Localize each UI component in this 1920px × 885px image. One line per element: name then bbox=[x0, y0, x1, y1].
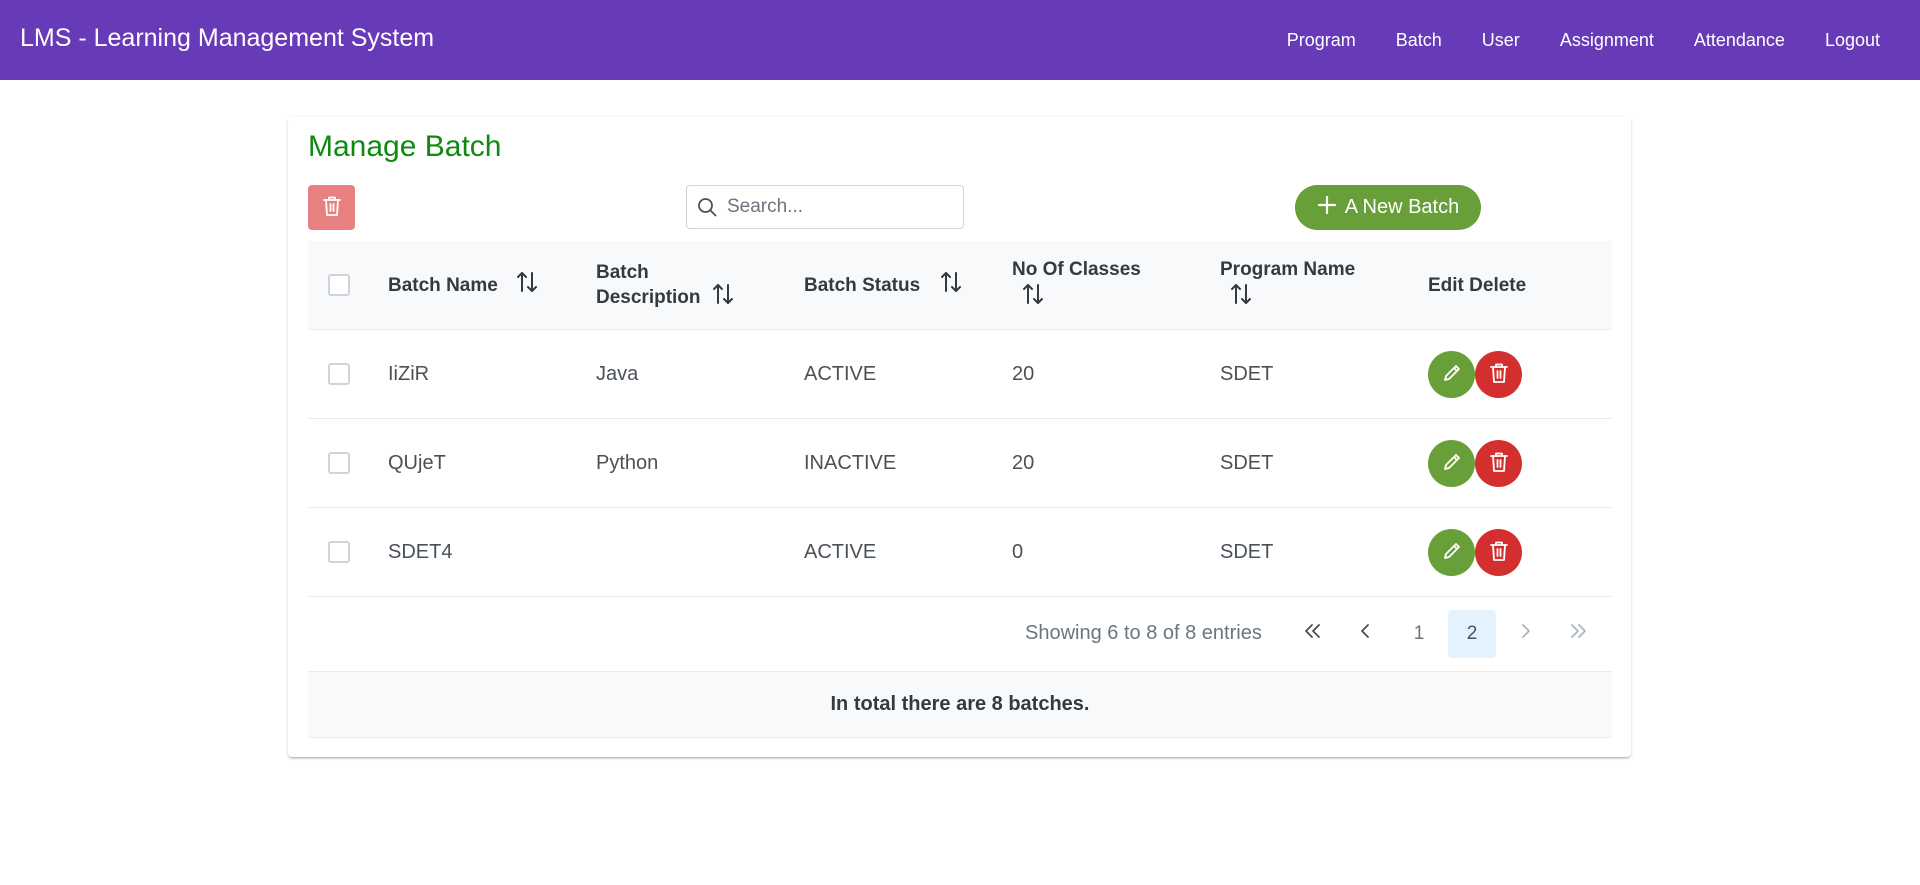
delete-button[interactable] bbox=[1475, 350, 1522, 398]
double-chevron-left-icon bbox=[1304, 623, 1322, 645]
col-program-name[interactable]: Program Name bbox=[1220, 241, 1355, 329]
page-1-button[interactable]: 1 bbox=[1395, 610, 1443, 658]
app-title: LMS - Learning Management System bbox=[20, 24, 435, 52]
sort-icon bbox=[1230, 282, 1252, 313]
nav-program[interactable]: Program bbox=[1287, 30, 1356, 51]
batch-description-cell: Java bbox=[596, 362, 639, 385]
table-footer: In total there are 8 batches. bbox=[308, 672, 1612, 738]
new-batch-button[interactable]: A New Batch bbox=[1295, 185, 1481, 230]
table-row: IiZiR Java ACTIVE 20 SDET bbox=[308, 330, 1612, 419]
nav-batch[interactable]: Batch bbox=[1396, 30, 1442, 51]
trash-icon bbox=[322, 195, 342, 220]
plus-icon bbox=[1317, 195, 1337, 221]
row-checkbox[interactable] bbox=[328, 452, 350, 474]
chevron-left-icon bbox=[1360, 623, 1372, 645]
no-of-classes-cell: 0 bbox=[1012, 540, 1024, 563]
table-row: SDET4 ACTIVE 0 SDET bbox=[308, 508, 1612, 597]
batch-table: Batch Name Batch Description Batch Statu… bbox=[308, 241, 1612, 738]
nav-logout[interactable]: Logout bbox=[1825, 30, 1880, 51]
edit-button[interactable] bbox=[1428, 439, 1475, 487]
sort-icon bbox=[940, 270, 962, 301]
program-name-cell: SDET bbox=[1220, 451, 1274, 474]
sort-icon bbox=[1022, 282, 1044, 313]
no-of-classes-cell: 20 bbox=[1012, 451, 1035, 474]
batch-name-cell: SDET4 bbox=[388, 540, 453, 563]
edit-button[interactable] bbox=[1428, 350, 1475, 398]
sort-icon bbox=[516, 270, 538, 301]
batch-name-cell: QUjeT bbox=[388, 451, 446, 474]
next-page-button[interactable] bbox=[1501, 610, 1549, 658]
page-report: Showing 6 to 8 of 8 entries bbox=[1025, 622, 1262, 644]
trash-icon bbox=[1489, 540, 1509, 565]
bulk-delete-button[interactable] bbox=[308, 185, 355, 230]
search-field bbox=[686, 185, 964, 229]
top-navbar: LMS - Learning Management System Program… bbox=[0, 0, 1920, 80]
pencil-icon bbox=[1441, 362, 1463, 387]
col-batch-description[interactable]: Batch Description bbox=[596, 241, 766, 329]
row-checkbox[interactable] bbox=[328, 541, 350, 563]
col-edit-delete: Edit Delete bbox=[1428, 274, 1527, 296]
batch-status-cell: INACTIVE bbox=[804, 451, 897, 474]
pencil-icon bbox=[1441, 451, 1463, 476]
trash-icon bbox=[1489, 362, 1509, 387]
trash-icon bbox=[1489, 451, 1509, 476]
nav-assignment[interactable]: Assignment bbox=[1560, 30, 1654, 51]
page-title: Manage Batch bbox=[308, 130, 502, 163]
manage-batch-card: Manage Batch A New Batch bbox=[288, 117, 1631, 757]
new-batch-label: A New Batch bbox=[1344, 196, 1460, 218]
page-2-button[interactable]: 2 bbox=[1448, 610, 1496, 658]
delete-button[interactable] bbox=[1475, 528, 1522, 576]
prev-page-button[interactable] bbox=[1342, 610, 1390, 658]
main-nav: Program Batch User Assignment Attendance… bbox=[1287, 0, 1920, 80]
col-no-of-classes[interactable]: No Of Classes bbox=[1012, 241, 1141, 329]
col-batch-status[interactable]: Batch Status bbox=[804, 241, 962, 329]
pencil-icon bbox=[1441, 540, 1463, 565]
batch-status-cell: ACTIVE bbox=[804, 362, 877, 385]
search-input[interactable] bbox=[725, 195, 949, 219]
nav-attendance[interactable]: Attendance bbox=[1694, 30, 1785, 51]
row-checkbox[interactable] bbox=[328, 363, 350, 385]
batch-status-cell: ACTIVE bbox=[804, 540, 877, 563]
edit-button[interactable] bbox=[1428, 528, 1475, 576]
table-row: QUjeT Python INACTIVE 20 SDET bbox=[308, 419, 1612, 508]
batch-description-cell: Python bbox=[596, 451, 659, 474]
sort-icon bbox=[712, 282, 734, 313]
last-page-button[interactable] bbox=[1554, 610, 1602, 658]
nav-user[interactable]: User bbox=[1482, 30, 1520, 51]
paginator: Showing 6 to 8 of 8 entries 1 2 bbox=[308, 597, 1612, 672]
chevron-right-icon bbox=[1519, 623, 1531, 645]
no-of-classes-cell: 20 bbox=[1012, 362, 1035, 385]
program-name-cell: SDET bbox=[1220, 540, 1274, 563]
table-header: Batch Name Batch Description Batch Statu… bbox=[308, 241, 1612, 330]
select-all-checkbox[interactable] bbox=[328, 274, 350, 296]
program-name-cell: SDET bbox=[1220, 362, 1274, 385]
first-page-button[interactable] bbox=[1289, 610, 1337, 658]
batch-name-cell: IiZiR bbox=[388, 362, 430, 385]
delete-button[interactable] bbox=[1475, 439, 1522, 487]
search-icon bbox=[697, 197, 717, 217]
col-batch-name[interactable]: Batch Name bbox=[388, 241, 538, 329]
double-chevron-right-icon bbox=[1569, 623, 1587, 645]
